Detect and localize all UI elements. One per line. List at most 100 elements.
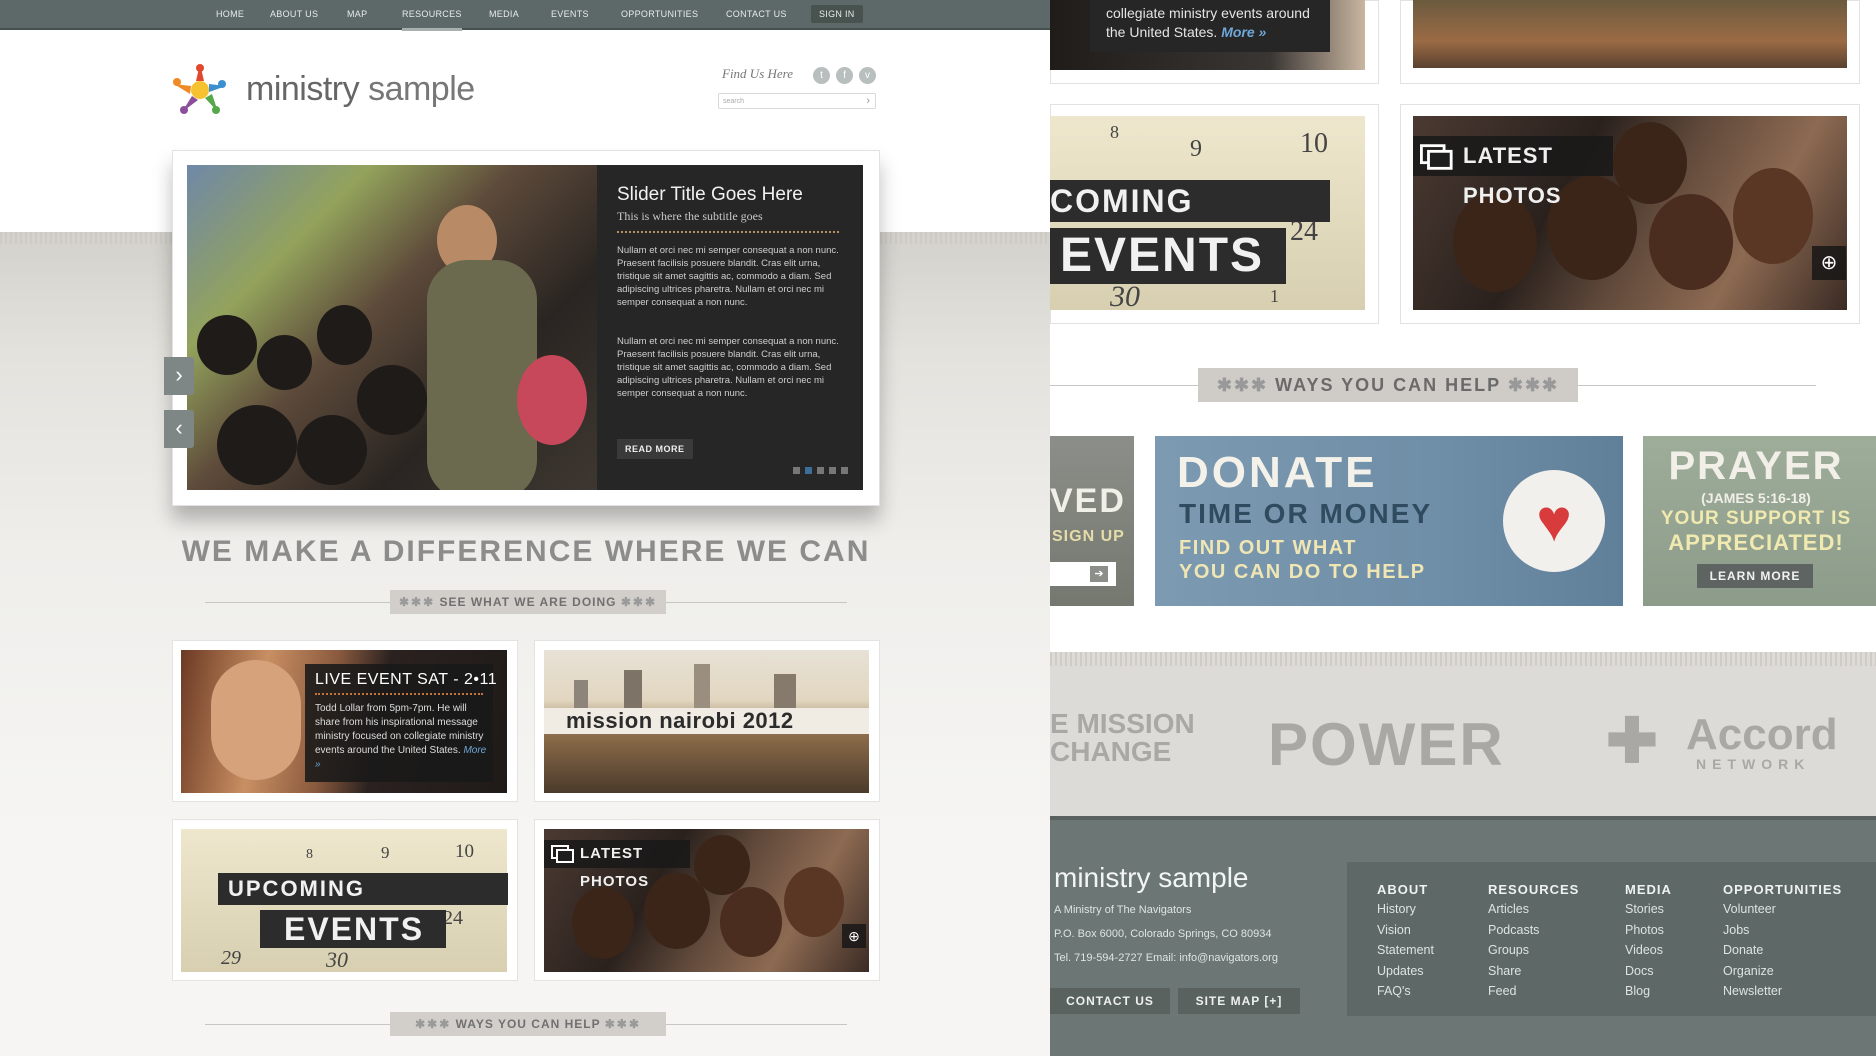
slider-dot-3[interactable]	[817, 467, 824, 474]
slider-dot-5[interactable]	[841, 467, 848, 474]
slider-paragraph-1: Nullam et orci nec mi semper consequat a…	[617, 245, 839, 308]
ministry-logo-icon[interactable]	[172, 62, 228, 118]
r-mission-image	[1413, 0, 1847, 68]
r-coming-band: COMING	[1050, 180, 1330, 222]
nav-opportunities[interactable]: OPPORTUNITIES	[621, 0, 698, 28]
nav-events[interactable]: EVENTS	[551, 0, 589, 28]
footer-head-opportunities: OPPORTUNITIES	[1723, 882, 1843, 897]
r-event-more-link[interactable]: More »	[1221, 24, 1266, 40]
cal-num-9: 9	[381, 843, 390, 862]
footer-link-photos[interactable]: Photos	[1625, 923, 1664, 937]
arrow-right-icon[interactable]: ➔	[1090, 566, 1108, 582]
ways-ribbon-left: ✱✱✱ WAYS YOU CAN HELP ✱✱✱	[390, 1012, 666, 1036]
cal-num-24: 24	[443, 907, 463, 929]
ribbon-stars-left: ✱✱✱	[398, 595, 436, 609]
slider-paragraph-2: Nullam et orci nec mi semper consequat a…	[617, 336, 839, 399]
nav-map[interactable]: MAP	[347, 0, 367, 28]
website-preview-left: HOME ABOUT US MAP RESOURCES MEDIA EVENTS…	[0, 0, 1050, 1056]
footer-link-donate[interactable]: Donate	[1723, 943, 1763, 957]
logo-word-ministry: ministry	[246, 70, 360, 108]
slider-prev-arrow-icon[interactable]: ‹	[164, 410, 194, 448]
r-stars-right: ✱✱✱	[1507, 375, 1560, 395]
footer-link-feed[interactable]: Feed	[1488, 984, 1517, 998]
footer-link-faqs[interactable]: FAQ's	[1377, 984, 1411, 998]
site-logo-text[interactable]: ministry sample	[246, 70, 475, 109]
footer-link-newsletter[interactable]: Newsletter	[1723, 984, 1782, 998]
r-ways-label: WAYS YOU CAN HELP	[1275, 375, 1501, 395]
prayer-banner[interactable]: PRAYER (JAMES 5:16-18) YOUR SUPPORT IS A…	[1643, 436, 1876, 606]
partner-accord-sub: NETWORK	[1696, 756, 1811, 772]
search-input[interactable]: search	[718, 93, 876, 109]
vimeo-icon[interactable]: v	[859, 67, 876, 84]
footer-link-statement[interactable]: Statement	[1377, 943, 1434, 957]
footer-link-history[interactable]: History	[1377, 902, 1416, 916]
slider-title: Slider Title Goes Here	[617, 184, 803, 205]
involved-text: VED	[1050, 482, 1126, 520]
nav-home[interactable]: HOME	[216, 0, 244, 28]
zoom-icon[interactable]: ⊕	[842, 924, 866, 948]
top-navigation: HOME ABOUT US MAP RESOURCES MEDIA EVENTS…	[0, 0, 1050, 31]
r-cal-num-10: 10	[1300, 128, 1328, 159]
partner-mission-line-2: CHANGE	[1050, 736, 1172, 767]
ribbon-stars-right-2: ✱✱✱	[604, 1017, 641, 1031]
nav-media[interactable]: MEDIA	[489, 0, 519, 28]
mission-title: mission nairobi 2012	[566, 708, 794, 733]
footer-links-panel: ABOUT History Vision Statement Updates F…	[1347, 862, 1876, 1016]
footer-link-articles[interactable]: Articles	[1488, 902, 1529, 916]
r-cal-num-30: 30	[1110, 280, 1140, 313]
r-zoom-icon[interactable]: ⊕	[1812, 246, 1846, 280]
r-cal-num-9: 9	[1190, 136, 1202, 162]
r-cal-num-8: 8	[1110, 122, 1119, 142]
partner-power-logo[interactable]: POWER	[1268, 710, 1505, 779]
facebook-icon[interactable]: f	[836, 67, 853, 84]
footer-link-vision[interactable]: Vision	[1377, 923, 1411, 937]
get-involved-banner[interactable]: VED SIGN UP ➔	[1050, 436, 1134, 606]
footer-link-videos[interactable]: Videos	[1625, 943, 1663, 957]
heart-icon[interactable]: ♥	[1503, 470, 1605, 572]
footer-link-organize[interactable]: Organize	[1723, 964, 1774, 978]
slider-image	[187, 165, 597, 490]
live-event-description: Todd Lollar from 5pm-7pm. He will share …	[315, 703, 484, 756]
footer-link-docs[interactable]: Docs	[1625, 964, 1653, 978]
footer-link-jobs[interactable]: Jobs	[1723, 923, 1749, 937]
slider-read-more-button[interactable]: READ MORE	[617, 439, 693, 459]
find-us-label: Find Us Here	[722, 66, 794, 81]
prayer-line-1: YOUR SUPPORT IS	[1660, 508, 1852, 529]
prayer-verse: (JAMES 5:16-18)	[1701, 490, 1811, 506]
nav-contact-us[interactable]: CONTACT US	[726, 0, 787, 28]
footer-sitemap-button[interactable]: SITE MAP [+]	[1178, 988, 1300, 1014]
learn-more-button[interactable]: LEARN MORE	[1697, 564, 1813, 588]
sign-in-button[interactable]: SIGN IN	[811, 5, 863, 23]
cal-num-29: 29	[221, 947, 241, 969]
slider-next-arrow-icon[interactable]: ›	[164, 357, 194, 395]
ways-label-left: WAYS YOU CAN HELP	[455, 1017, 601, 1031]
footer-link-volunteer[interactable]: Volunteer	[1723, 902, 1776, 916]
sign-up-text: SIGN UP	[1052, 528, 1125, 545]
donate-banner[interactable]: DONATE TIME OR MONEY FIND OUT WHAT YOU C…	[1155, 436, 1623, 606]
events-band: EVENTS	[260, 910, 446, 948]
footer-link-stories[interactable]: Stories	[1625, 902, 1664, 916]
footer-link-blog[interactable]: Blog	[1625, 984, 1650, 998]
partner-mission-logo[interactable]: E MISSION CHANGE	[1050, 710, 1195, 766]
footer-link-podcasts[interactable]: Podcasts	[1488, 923, 1539, 937]
footer-tagline: A Ministry of The Navigators	[1054, 904, 1192, 916]
twitter-icon[interactable]: t	[813, 67, 830, 84]
footer-link-updates[interactable]: Updates	[1377, 964, 1424, 978]
footer-link-groups[interactable]: Groups	[1488, 943, 1529, 957]
slider-dot-1[interactable]	[793, 467, 800, 474]
prayer-line-2: APPRECIATED!	[1668, 530, 1844, 555]
cal-num-10: 10	[455, 841, 474, 862]
nav-about-us[interactable]: ABOUT US	[270, 0, 318, 28]
footer-link-share[interactable]: Share	[1488, 964, 1521, 978]
r-events-band: EVENTS	[1050, 228, 1286, 284]
slider-dot-4[interactable]	[829, 467, 836, 474]
footer-contact-button[interactable]: CONTACT US	[1050, 988, 1170, 1014]
r-cal-num-1: 1	[1270, 286, 1279, 306]
r-kid-face-4	[1649, 194, 1733, 290]
r-stars-left: ✱✱✱	[1216, 375, 1269, 395]
accord-cross-icon: ✚	[1606, 707, 1658, 776]
partner-accord-logo[interactable]: Accord	[1686, 710, 1838, 760]
nav-resources[interactable]: RESOURCES	[402, 0, 462, 31]
partner-mission-line-1: E MISSION	[1050, 708, 1195, 739]
slider-dot-2[interactable]	[805, 467, 812, 474]
